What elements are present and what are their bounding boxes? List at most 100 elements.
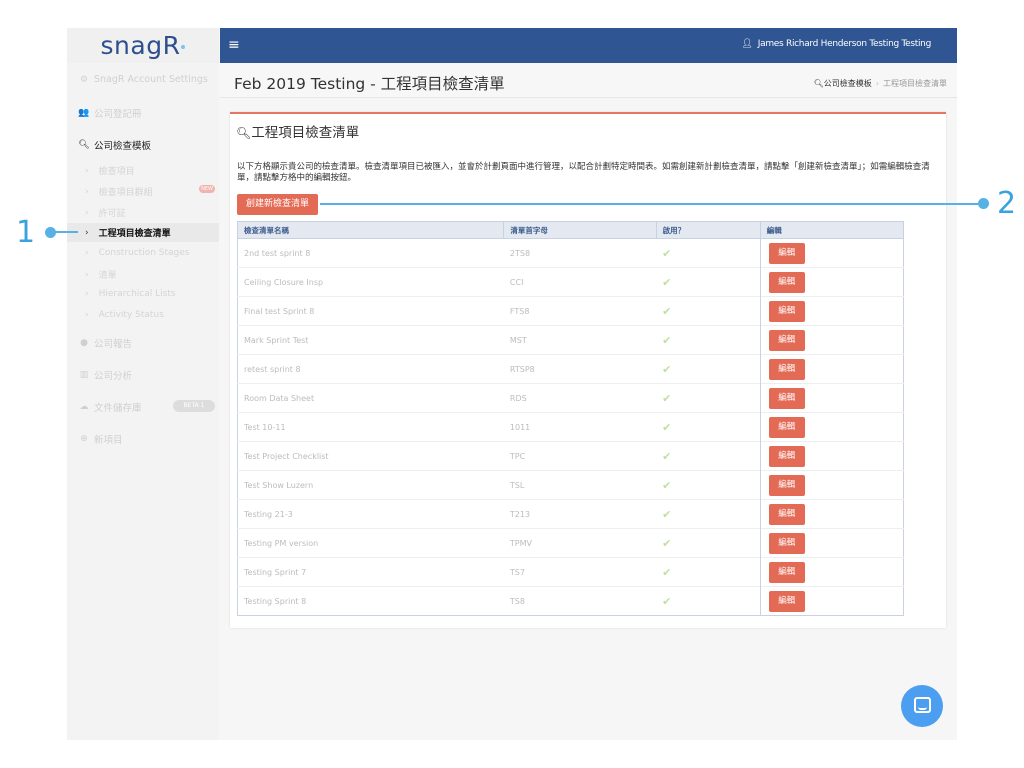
sidebar-subitem-label: 工程項目檢查清單: [98, 229, 171, 239]
users-icon: 👥: [78, 108, 90, 118]
table-row: retest sprint 8 RTSP8 ✔ 編輯: [237, 354, 904, 384]
sidebar-subitem-inspection-groups[interactable]: › 檢查項目群組: [67, 185, 219, 199]
column-header-edit: 編輯: [760, 221, 905, 239]
sidebar-item-label: 公司登記冊: [94, 109, 142, 120]
chevron-right-icon: ›: [85, 248, 89, 258]
create-checklist-button[interactable]: 創建新檢查清單: [237, 194, 319, 215]
checklist-initials: MST: [503, 325, 657, 355]
sidebar-subitem-inspection-items[interactable]: › 檢查項目: [67, 164, 219, 178]
sidebar-subitem-project-checklists[interactable]: › 工程項目檢查清單: [67, 223, 219, 242]
edit-button[interactable]: 編輯: [768, 561, 805, 583]
bar-chart-icon: ▥: [79, 370, 89, 380]
check-icon: ✔: [662, 333, 672, 347]
chevron-right-icon: ›: [85, 269, 89, 280]
edit-button[interactable]: 編輯: [768, 242, 805, 264]
check-icon: ✔: [662, 420, 672, 434]
sidebar-subitem-permits[interactable]: › 許可証: [67, 206, 219, 220]
sidebar-item-label: 公司報告: [94, 339, 133, 350]
sidebar-item-inspection-templates[interactable]: 🔍︎ 公司檢查模板: [67, 138, 219, 152]
edit-cell: 編輯: [759, 267, 904, 297]
beta-badge: BETA 1: [173, 400, 215, 412]
top-navbar: ≡ 👤︎ James Richard Henderson Testing Test…: [220, 28, 957, 63]
sidebar-item-new-project[interactable]: ⊕ 新項目: [67, 432, 219, 446]
table-row: Test Show Luzern TSL ✔ 編輯: [237, 470, 904, 500]
sidebar-subitem-label: 清單: [98, 271, 117, 281]
edit-button[interactable]: 編輯: [768, 358, 805, 380]
check-icon: ✔: [662, 507, 672, 521]
table-row: Test 10-11 1011 ✔ 編輯: [237, 412, 904, 442]
breadcrumb-link[interactable]: 公司檢查模板: [824, 79, 872, 88]
column-header-enabled[interactable]: 啟用？: [656, 221, 761, 239]
check-icon: ✔: [662, 565, 672, 579]
sidebar-item-company-reports[interactable]: ● 公司報告: [67, 336, 219, 350]
sidebar-subitem-activity-status[interactable]: › Activity Status: [67, 310, 219, 320]
enabled-cell: ✔: [656, 557, 761, 587]
edit-button[interactable]: 編輯: [768, 445, 805, 467]
chevron-right-icon: ›: [85, 310, 89, 320]
edit-button[interactable]: 編輯: [768, 300, 805, 322]
hamburger-icon[interactable]: ≡: [228, 38, 244, 52]
panel-description: 以下方格顯示貴公司的檢查清單。檢查清單項目已被匯入，並會於計劃頁面中進行管理，以…: [237, 162, 930, 183]
table-body: 2nd test sprint 8 2TS8 ✔ 編輯 Ceiling Closure …: [237, 238, 904, 616]
sidebar-item-company-register[interactable]: 👥 公司登記冊: [67, 106, 219, 120]
edit-button[interactable]: 編輯: [768, 474, 805, 496]
logo-area: snagR: [67, 28, 219, 63]
table-row: Mark Sprint Test MST ✔ 編輯: [237, 325, 904, 355]
check-icon: ✔: [662, 594, 672, 608]
table-header-row: 檢查清單名稱 清單首字母 啟用？ 編輯: [237, 221, 905, 239]
checklist-initials: RTSP8: [503, 354, 657, 384]
checklist-name: Final test Sprint 8: [237, 296, 504, 326]
checklist-table: 檢查清單名稱 清單首字母 啟用？ 編輯 2nd test sprint 8 2TS…: [237, 221, 905, 616]
edit-cell: 編輯: [759, 557, 904, 587]
panel-title: 🔍︎工程項目檢查清單: [236, 121, 359, 141]
table-row: Room Data Sheet RDS ✔ 編輯: [237, 383, 904, 413]
edit-button[interactable]: 編輯: [768, 271, 805, 293]
sidebar-subitem-lists[interactable]: › 清單: [67, 268, 219, 282]
breadcrumb: 🔍︎公司檢查模板 › 工程項目檢查清單: [814, 78, 947, 89]
chat-launcher-button[interactable]: [901, 685, 943, 727]
table-row: Testing 21-3 T213 ✔ 編輯: [237, 499, 904, 529]
edit-button[interactable]: 編輯: [768, 590, 805, 612]
checklist-name: Testing Sprint 7: [237, 557, 504, 587]
logo-dot-icon: [181, 45, 186, 49]
check-icon: ✔: [662, 536, 672, 550]
checklist-name: Test 10-11: [237, 412, 504, 442]
column-header-initials[interactable]: 清單首字母: [503, 221, 657, 239]
globe-icon: ●: [80, 338, 88, 348]
enabled-cell: ✔: [656, 470, 761, 500]
enabled-cell: ✔: [656, 325, 761, 355]
enabled-cell: ✔: [656, 238, 761, 268]
enabled-cell: ✔: [656, 354, 761, 384]
edit-button[interactable]: 編輯: [768, 329, 805, 351]
cloud-icon: ☁: [79, 402, 89, 412]
snagr-logo[interactable]: snagR: [101, 31, 186, 60]
sidebar-item-company-analytics[interactable]: ▥ 公司分析: [67, 368, 219, 382]
edit-button[interactable]: 編輯: [768, 532, 805, 554]
sidebar-subitem-construction-stages[interactable]: › Construction Stages: [67, 248, 219, 258]
user-icon: 👤︎: [741, 39, 753, 49]
edit-button[interactable]: 編輯: [768, 387, 805, 409]
edit-cell: 編輯: [759, 412, 904, 442]
user-menu[interactable]: 👤︎ James Richard Henderson Testing Testin…: [741, 39, 932, 49]
sidebar-subitem-label: Activity Status: [98, 310, 164, 320]
search-icon: 🔍︎: [236, 126, 252, 140]
edit-cell: 編輯: [759, 586, 904, 616]
page-title: Feb 2019 Testing - 工程項目檢查清單: [234, 75, 505, 93]
sidebar-subitem-label: 許可証: [98, 209, 126, 219]
column-header-name[interactable]: 檢查清單名稱: [237, 221, 505, 239]
checklist-initials: FTS8: [503, 296, 657, 326]
sidebar-item-label: 公司檢查模板: [94, 141, 152, 152]
edit-button[interactable]: 編輯: [768, 416, 805, 438]
checklist-initials: TS7: [503, 557, 657, 587]
callout-number-1: 1: [16, 215, 36, 250]
search-icon: 🔍︎: [78, 140, 90, 150]
table-row: Test Project Checklist TPC ✔ 編輯: [237, 441, 904, 471]
sidebar-item-account-settings[interactable]: ⚙ SnagR Account Settings: [67, 74, 219, 85]
chevron-right-icon: ›: [85, 165, 89, 176]
chevron-right-icon: ›: [85, 207, 89, 218]
edit-button[interactable]: 編輯: [768, 503, 805, 525]
callout-number-2: 2: [997, 186, 1017, 221]
sidebar-subitem-hierarchical-lists[interactable]: › Hierarchical Lists: [67, 289, 219, 299]
checklist-initials: CCI: [503, 267, 657, 297]
table-row: Testing PM version TPMV ✔ 編輯: [237, 528, 904, 558]
